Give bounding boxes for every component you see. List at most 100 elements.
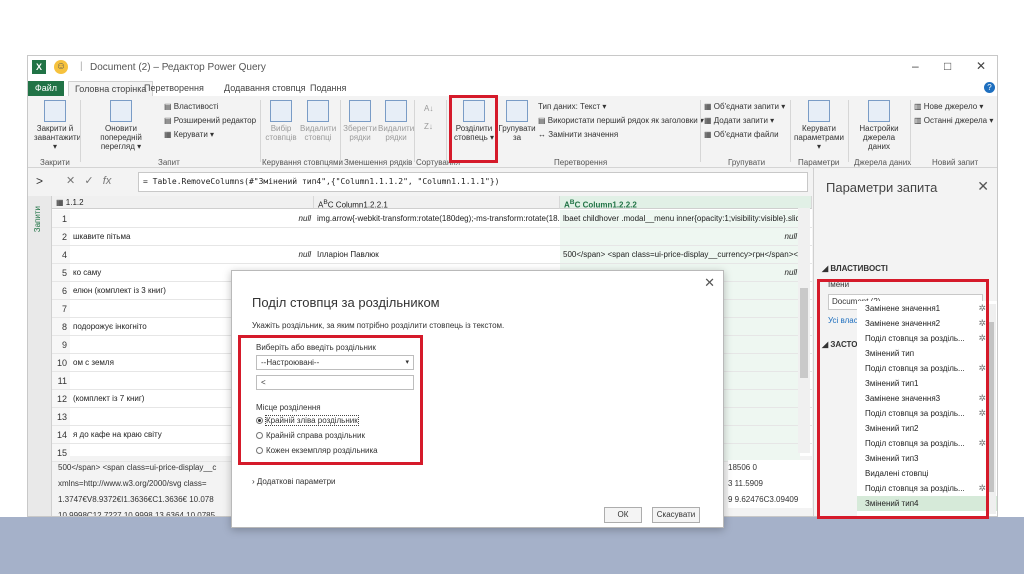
keep-rows-icon: [349, 100, 371, 122]
properties-button[interactable]: ▤ Властивості: [164, 102, 218, 112]
table-cell[interactable]: шкавите пітьма: [70, 228, 314, 245]
table-cell[interactable]: null: [560, 228, 800, 245]
tab-view[interactable]: Подання: [304, 81, 352, 96]
delimiter-label: Виберіть або введіть роздільник: [256, 343, 376, 352]
expand-queries-icon[interactable]: >: [36, 174, 43, 188]
table-cell[interactable]: null: [70, 246, 314, 263]
replace-values-button[interactable]: ↔ Замінити значення: [538, 130, 618, 140]
remove-columns-button[interactable]: Видалити стовпці: [300, 100, 336, 142]
grid-scroll-thumb[interactable]: [800, 288, 808, 378]
new-source-button[interactable]: ▥ Нове джерело ▾: [914, 102, 983, 112]
applied-step[interactable]: Поділ стовпця за розділь... ✲: [857, 331, 997, 346]
name-label: Імени: [828, 280, 850, 289]
use-first-row-button[interactable]: ▤ Використати перший рядок як заголовки …: [538, 116, 704, 126]
help-icon[interactable]: ?: [984, 82, 995, 93]
column-header[interactable]: ▦ 1.1.2: [52, 196, 314, 209]
radio-rightmost[interactable]: Крайній справа роздільник: [256, 431, 365, 440]
radio-leftmost[interactable]: Крайній зліва роздільник: [256, 415, 359, 426]
recent-sources-button[interactable]: ▥ Останні джерела ▾: [914, 116, 993, 126]
applied-step[interactable]: Змінений тип4: [857, 496, 997, 511]
choose-columns-button[interactable]: Вибір стовпців: [264, 100, 298, 142]
manage-params-button[interactable]: Керувати параметрами ▾: [792, 100, 846, 151]
applied-step-label: Видалені стовпці: [865, 469, 929, 478]
gear-icon[interactable]: ✲: [978, 331, 986, 346]
ok-button[interactable]: ОК: [604, 507, 642, 523]
merge-queries-button[interactable]: ▦ Об'єднати запити ▾: [704, 102, 785, 112]
data-type-dropdown[interactable]: Тип даних: Текст ▾: [538, 102, 606, 112]
table-cell[interactable]: Ілларіон Павлюк: [314, 246, 560, 263]
gear-icon[interactable]: ✲: [978, 406, 986, 421]
split-column-button[interactable]: Розділити стовпець ▾: [452, 100, 496, 142]
applied-step[interactable]: Замінене значення2 ✲: [857, 316, 997, 331]
dialog-close-button[interactable]: ✕: [704, 275, 715, 291]
table-cell[interactable]: lbaet childhover .modal__menu inner{opac…: [560, 210, 800, 227]
sort-asc-button[interactable]: A↓: [424, 104, 433, 114]
table-row[interactable]: 1 null img.arrow{-webkit-transform:rotate(…: [52, 210, 812, 228]
applied-step[interactable]: Замінене значення3 ✲: [857, 391, 997, 406]
remove-rows-button[interactable]: Видалити рядки: [378, 100, 414, 142]
applied-step[interactable]: Поділ стовпця за розділь... ✲: [857, 481, 997, 496]
applied-step[interactable]: Поділ стовпця за розділь... ✲: [857, 436, 997, 451]
grid-scrollbar[interactable]: [798, 208, 810, 453]
refresh-preview-button[interactable]: Оновити попередній перегляд ▾: [86, 100, 156, 151]
append-queries-button[interactable]: ▦ Додати запити ▾: [704, 116, 774, 126]
group-by-button[interactable]: Групувати за: [498, 100, 536, 142]
keep-rows-button[interactable]: Зберегти рядки: [342, 100, 378, 142]
gear-icon[interactable]: ✲: [978, 436, 986, 451]
manage-button[interactable]: ▦ Керувати ▾: [164, 130, 214, 140]
title-separator: |: [80, 61, 83, 72]
queries-pane-collapsed[interactable]: Запити: [28, 196, 52, 516]
table-row[interactable]: 4 null Ілларіон Павлюк 500</span> <span cla…: [52, 246, 812, 264]
pane-close-button[interactable]: ✕: [977, 178, 989, 195]
formula-input[interactable]: = Table.RemoveColumns(#"Змінений тип4",{…: [138, 172, 808, 192]
minimize-button[interactable]: –: [912, 59, 919, 73]
applied-step[interactable]: Змінений тип1: [857, 376, 997, 391]
radio-each-occurrence[interactable]: Кожен екземпляр роздільника: [256, 446, 378, 455]
column-header[interactable]: ABC Column1.2.2.1: [314, 196, 560, 209]
column-header-selected[interactable]: ABC Column1.2.2.2: [560, 196, 812, 209]
fx-icon[interactable]: fx: [103, 175, 112, 187]
replace-values-label: Замінити значення: [548, 130, 619, 139]
gear-icon[interactable]: ✲: [978, 361, 986, 376]
applied-step[interactable]: Змінений тип2: [857, 421, 997, 436]
table-cell[interactable]: [314, 228, 560, 245]
smiley-icon[interactable]: ☺: [54, 60, 68, 74]
steps-scroll-thumb[interactable]: [988, 322, 994, 492]
advanced-options-toggle[interactable]: › Додаткові параметри: [252, 477, 336, 486]
applied-step[interactable]: Поділ стовпця за розділь... ✲: [857, 361, 997, 376]
applied-step[interactable]: Змінений тип3: [857, 451, 997, 466]
choose-columns-label: Вибір стовпців: [265, 124, 297, 142]
delimiter-select[interactable]: --Настроювані-- ▾: [256, 355, 414, 370]
gear-icon[interactable]: ✲: [978, 391, 986, 406]
column-header-label: 1.1.2: [65, 198, 84, 207]
sort-desc-button[interactable]: Z↓: [424, 122, 433, 132]
ribbon-separator: [848, 100, 849, 162]
tab-file[interactable]: Файл: [28, 81, 64, 96]
tab-transform[interactable]: Перетворення: [138, 81, 210, 96]
table-cell[interactable]: 500</span> <span class=ui-price-display_…: [560, 246, 800, 263]
cancel-button[interactable]: Скасувати: [652, 507, 700, 523]
advanced-editor-button[interactable]: ▤ Розширений редактор: [164, 116, 256, 126]
close-load-button[interactable]: Закрити й завантажити ▾: [34, 100, 81, 151]
applied-step-label: Замінене значення1: [865, 304, 941, 313]
maximize-button[interactable]: □: [944, 59, 951, 73]
gear-icon[interactable]: ✲: [978, 301, 986, 316]
ribbon-separator: [446, 100, 447, 162]
combine-files-button[interactable]: ▦ Об'єднати файли: [704, 130, 779, 140]
tab-add-column[interactable]: Додавання стовпця: [218, 81, 311, 96]
applied-step[interactable]: Поділ стовпця за розділь... ✲: [857, 406, 997, 421]
applied-step[interactable]: Замінене значення1 ✲: [857, 301, 997, 316]
table-row[interactable]: 2 шкавите пітьма null: [52, 228, 812, 246]
table-cell[interactable]: img.arrow{-webkit-transform:rotate(180de…: [314, 210, 560, 227]
gear-icon[interactable]: ✲: [978, 481, 986, 496]
source-settings-button[interactable]: Настройки джерела даних: [852, 100, 906, 151]
properties-section-header[interactable]: ◢ ВЛАСТИВОСТІ: [822, 264, 888, 273]
close-window-button[interactable]: ✕: [976, 59, 986, 73]
steps-scrollbar[interactable]: [986, 304, 996, 514]
gear-icon[interactable]: ✲: [978, 316, 986, 331]
applied-step[interactable]: Видалені стовпці: [857, 466, 997, 481]
table-cell[interactable]: null: [70, 210, 314, 227]
applied-step[interactable]: Змінений тип: [857, 346, 997, 361]
custom-delimiter-input[interactable]: <: [256, 375, 414, 390]
refresh-label: Оновити попередній перегляд: [100, 124, 142, 151]
